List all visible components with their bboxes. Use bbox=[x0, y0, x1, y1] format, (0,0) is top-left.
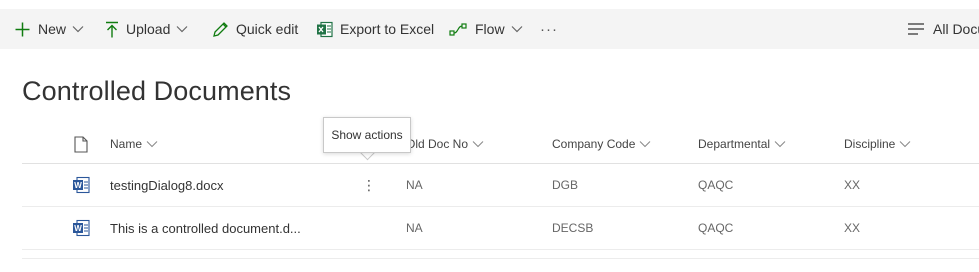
company-code-cell: DECSB bbox=[552, 221, 594, 235]
upload-button[interactable]: Upload bbox=[105, 9, 188, 49]
column-header-name-label: Name bbox=[110, 137, 143, 151]
show-actions-tooltip: Show actions bbox=[323, 117, 411, 153]
chevron-down-icon bbox=[640, 141, 651, 148]
chevron-down-icon bbox=[900, 141, 911, 148]
table-row[interactable]: W This is a controlled document.d... NA … bbox=[22, 207, 979, 250]
top-gap bbox=[0, 0, 979, 9]
table-bottom-divider bbox=[22, 258, 979, 259]
upload-button-label: Upload bbox=[126, 21, 171, 37]
export-to-excel-button[interactable]: Export to Excel bbox=[316, 9, 434, 49]
column-header-company-code[interactable]: Company Code bbox=[552, 124, 651, 164]
departmental-cell: QAQC bbox=[698, 221, 734, 235]
new-button[interactable]: New bbox=[14, 9, 84, 49]
chevron-down-icon bbox=[774, 141, 786, 148]
pencil-icon bbox=[213, 21, 228, 37]
new-button-label: New bbox=[38, 21, 67, 37]
file-name-link[interactable]: testingDialog8.docx bbox=[110, 164, 223, 206]
discipline-cell: XX bbox=[844, 178, 861, 192]
select-all-column[interactable] bbox=[74, 124, 88, 164]
column-header-departmental-label: Departmental bbox=[698, 137, 771, 151]
column-header-discipline-label: Discipline bbox=[844, 137, 896, 151]
list-view-icon bbox=[908, 23, 924, 35]
svg-text:W: W bbox=[74, 224, 82, 233]
table-header: Name Old Doc No Company Code Departmenta… bbox=[22, 124, 979, 164]
chevron-down-icon bbox=[72, 26, 84, 33]
departmental-cell: QAQC bbox=[698, 178, 734, 192]
show-actions-button[interactable]: ⋮ bbox=[359, 164, 379, 206]
word-file-icon: W bbox=[72, 164, 90, 206]
word-file-icon: W bbox=[72, 207, 90, 249]
table-row[interactable]: W testingDialog8.docx ⋮ NA DGB QAQC XX bbox=[22, 164, 979, 207]
export-to-excel-label: Export to Excel bbox=[340, 21, 435, 37]
column-header-name[interactable]: Name bbox=[110, 124, 158, 164]
add-icon bbox=[15, 22, 30, 36]
old-doc-no-cell: NA bbox=[406, 221, 423, 235]
excel-icon bbox=[317, 21, 333, 37]
column-header-company-code-label: Company Code bbox=[552, 137, 636, 151]
flow-button-label: Flow bbox=[475, 21, 505, 37]
file-name-link[interactable]: This is a controlled document.d... bbox=[110, 207, 301, 249]
view-switcher-label: All Docu bbox=[933, 21, 979, 37]
column-header-old-doc-no-label: Old Doc No bbox=[406, 137, 469, 151]
company-code-cell: DGB bbox=[552, 178, 579, 192]
chevron-down-icon bbox=[176, 26, 188, 33]
chevron-down-icon bbox=[146, 141, 158, 148]
discipline-cell: XX bbox=[844, 221, 861, 235]
column-header-departmental[interactable]: Departmental bbox=[698, 124, 786, 164]
command-bar: New Upload Quick edit Export to Excel Fl… bbox=[0, 9, 979, 49]
ellipsis-icon: ··· bbox=[540, 20, 558, 38]
flow-button[interactable]: Flow bbox=[449, 9, 523, 49]
quick-edit-button[interactable]: Quick edit bbox=[212, 9, 298, 49]
column-header-discipline[interactable]: Discipline bbox=[844, 124, 911, 164]
document-icon bbox=[74, 135, 88, 153]
view-switcher-button[interactable]: All Docu bbox=[907, 9, 979, 49]
column-header-old-doc-no[interactable]: Old Doc No bbox=[406, 124, 484, 164]
chevron-down-icon bbox=[472, 141, 484, 148]
svg-text:W: W bbox=[74, 181, 82, 190]
flow-icon bbox=[449, 22, 467, 36]
quick-edit-label: Quick edit bbox=[236, 21, 299, 37]
more-commands-button[interactable]: ··· bbox=[540, 9, 558, 49]
page-title: Controlled Documents bbox=[22, 76, 292, 106]
old-doc-no-cell: NA bbox=[406, 178, 423, 192]
upload-icon bbox=[106, 21, 118, 37]
chevron-down-icon bbox=[511, 26, 522, 33]
